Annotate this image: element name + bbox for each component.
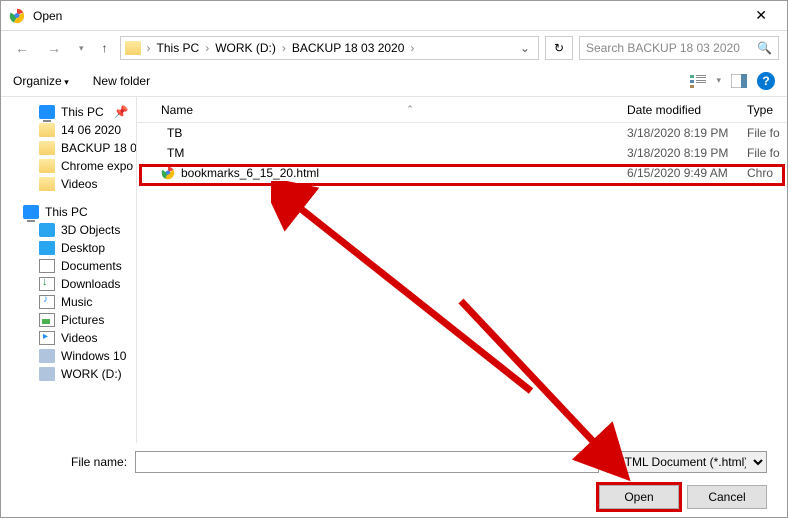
file-row[interactable]: TB 3/18/2020 8:19 PMFile fo [137,123,787,143]
icon-folder [39,177,55,191]
icon-pc [39,105,55,119]
sidebar-item[interactable]: Windows 10 [1,347,136,365]
bottom-panel: File name: HTML Document (*.html) Open C… [1,443,787,523]
pin-icon: 📌 [114,105,129,119]
nav-bar: ← → ▾ ↑ › This PC › WORK (D:) › BACKUP 1… [1,31,787,65]
icon-folder [39,141,55,155]
sidebar-item[interactable]: Chrome expo [1,157,136,175]
search-placeholder: Search BACKUP 18 03 2020 [586,41,740,55]
file-name: bookmarks_6_15_20.html [181,166,319,180]
breadcrumb-dropdown[interactable]: ⌄ [516,41,534,55]
chrome-icon [161,166,175,180]
column-name[interactable]: Name [161,103,193,117]
folder-icon [125,41,141,55]
icon-folder [39,159,55,173]
sidebar-item[interactable]: WORK (D:) [1,365,136,383]
help-icon[interactable]: ? [757,72,775,90]
breadcrumb-part[interactable]: BACKUP 18 03 2020 [288,41,409,55]
filetype-filter[interactable]: HTML Document (*.html) [607,451,767,473]
recent-dropdown[interactable]: ▾ [73,39,90,58]
sidebar-item[interactable]: 3D Objects [1,221,136,239]
toolbar: Organize New folder ▾ ? [1,65,787,97]
icon-music [39,295,55,309]
sort-indicator: ⌃ [406,104,414,115]
icon-desktop [39,241,55,255]
file-row[interactable]: bookmarks_6_15_20.html 6/15/2020 9:49 AMC… [137,163,787,183]
file-date: 6/15/2020 9:49 AM [627,166,747,180]
pc-icon [23,205,39,219]
sidebar-item[interactable]: Videos [1,175,136,193]
sidebar-item[interactable]: 14 06 2020 [1,121,136,139]
filename-label: File name: [71,455,127,469]
organize-menu[interactable]: Organize [13,74,69,88]
view-details-icon[interactable] [690,74,706,88]
file-type: File fo [747,146,787,160]
icon-download [39,277,55,291]
view-dropdown[interactable]: ▾ [716,75,721,86]
cancel-button[interactable]: Cancel [687,485,767,509]
icon-disk [39,367,55,381]
sidebar-item[interactable]: Documents [1,257,136,275]
sidebar-item[interactable]: Desktop [1,239,136,257]
file-row[interactable]: TM 3/18/2020 8:19 PMFile fo [137,143,787,163]
file-list: TB 3/18/2020 8:19 PMFile fo TM 3/18/2020 8:… [137,123,787,443]
sidebar: This PC📌14 06 2020BACKUP 18 0Chrome expo… [1,97,136,443]
up-button[interactable]: ↑ [96,37,114,59]
sidebar-item[interactable]: Downloads [1,275,136,293]
file-type: File fo [747,126,787,140]
close-button[interactable]: ✕ [743,3,779,28]
sidebar-item[interactable]: BACKUP 18 0 [1,139,136,157]
icon-doc [39,259,55,273]
icon-disk [39,349,55,363]
forward-button[interactable]: → [41,36,67,60]
refresh-button[interactable]: ↻ [545,36,573,60]
file-name: TB [167,126,182,140]
breadcrumb[interactable]: › This PC › WORK (D:) › BACKUP 18 03 202… [120,36,539,60]
back-button[interactable]: ← [9,36,35,60]
file-date: 3/18/2020 8:19 PM [627,146,747,160]
open-button[interactable]: Open [599,485,679,509]
sidebar-item[interactable]: Music [1,293,136,311]
search-icon: 🔍 [757,41,772,55]
breadcrumb-part[interactable]: WORK (D:) [211,41,280,55]
filename-input[interactable] [135,451,599,473]
icon-folder [39,123,55,137]
file-name: TM [167,146,184,160]
icon-3d [39,223,55,237]
window-title: Open [33,9,743,23]
sidebar-item[interactable]: Videos [1,329,136,347]
preview-pane-icon[interactable] [731,74,747,88]
column-type[interactable]: Type [747,103,787,117]
column-date[interactable]: Date modified [627,103,747,117]
sidebar-item[interactable]: This PC📌 [1,103,136,121]
search-input[interactable]: Search BACKUP 18 03 2020 🔍 [579,36,779,60]
chrome-icon [9,8,25,24]
new-folder-button[interactable]: New folder [93,74,150,88]
icon-pic [39,313,55,327]
sidebar-this-pc[interactable]: This PC [1,203,136,221]
breadcrumb-root[interactable]: This PC [153,41,204,55]
file-date: 3/18/2020 8:19 PM [627,126,747,140]
file-header: Name ⌃ Date modified Type [137,97,787,123]
title-bar: Open ✕ [1,1,787,31]
file-type: Chro [747,166,787,180]
file-area: Name ⌃ Date modified Type TB 3/18/2020 8:1… [136,97,787,443]
sidebar-item[interactable]: Pictures [1,311,136,329]
icon-video [39,331,55,345]
